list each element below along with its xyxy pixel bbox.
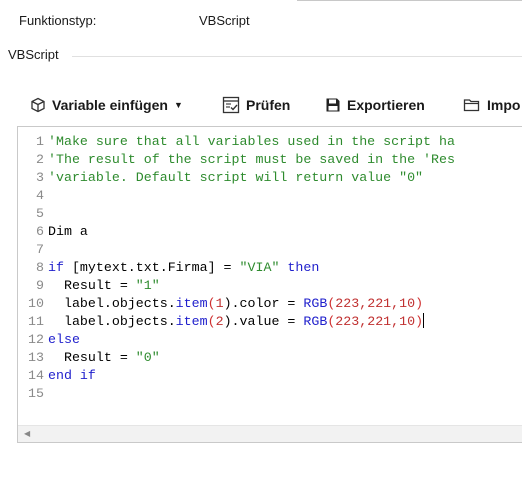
folder-icon — [463, 99, 480, 112]
string: "VIA" — [239, 260, 280, 275]
number: 223,221,10 — [335, 296, 416, 311]
code-area[interactable]: 'Make sure that all variables used in th… — [48, 133, 522, 403]
function-name: item — [175, 314, 208, 329]
code-line-12: else — [48, 331, 522, 349]
horizontal-scrollbar[interactable]: ◀ — [18, 425, 522, 442]
line-number: 8 — [36, 260, 44, 275]
insert-variable-label: Variable einfügen — [52, 97, 168, 113]
line-number: 13 — [28, 350, 44, 365]
keyword: then — [279, 260, 320, 275]
import-label: Impo — [487, 97, 521, 113]
chevron-down-icon: ▼ — [173, 100, 183, 110]
number: 1 — [215, 296, 224, 311]
check-button[interactable]: Prüfen — [222, 91, 290, 119]
function-name: RGB — [303, 314, 328, 329]
function-type-label: Funktionstyp: — [19, 13, 97, 28]
line-number: 15 — [28, 386, 44, 401]
function-name: RGB — [303, 296, 328, 311]
comment: 'variable. Default script will return va… — [48, 170, 424, 185]
insert-variable-button[interactable]: Variable einfügen ▼ — [30, 91, 183, 119]
keyword: if — [48, 260, 64, 275]
text-cursor — [423, 313, 425, 328]
line-number: 3 — [36, 170, 44, 185]
line-number: 9 — [36, 278, 44, 293]
code-line-1: 'Make sure that all variables used in th… — [48, 133, 522, 151]
line-number: 5 — [36, 206, 44, 221]
check-document-icon — [222, 96, 240, 114]
number: 2 — [215, 314, 224, 329]
string: "1" — [135, 278, 160, 293]
code-text: [mytext.txt.Firma] = — [63, 260, 240, 275]
paren: ( — [207, 296, 216, 311]
line-number: 10 — [28, 296, 44, 311]
paren: ) — [415, 296, 424, 311]
line-number: 2 — [36, 152, 44, 167]
comment: 'The result of the script must be saved … — [48, 152, 455, 167]
line-number: 11 — [28, 314, 44, 329]
line-number: 14 — [28, 368, 44, 383]
comment: 'Make sure that all variables used in th… — [48, 134, 455, 149]
code-line-9: Result = "1" — [48, 277, 522, 295]
paren: ) — [415, 314, 424, 329]
code-text: Result = — [48, 350, 136, 365]
editor-toolbar: Variable einfügen ▼ Prüfen Exportieren I… — [20, 91, 522, 121]
line-number: 6 — [36, 224, 44, 239]
line-number: 7 — [36, 242, 44, 257]
number: 223,221,10 — [335, 314, 416, 329]
cube-icon — [31, 97, 45, 113]
code-line-11: label.objects.item(2).value = RGB(223,22… — [48, 313, 522, 331]
code-editor[interactable]: 1 2 3 4 5 6 7 8 9 10 11 12 13 14 15 'Mak… — [17, 126, 522, 443]
code-line-13: Result = "0" — [48, 349, 522, 367]
paren: ( — [207, 314, 216, 329]
code-line-3: 'variable. Default script will return va… — [48, 169, 522, 187]
top-border — [297, 0, 522, 1]
code-text: label.objects. — [48, 314, 176, 329]
paren: ).color = — [223, 296, 304, 311]
code-line-10: label.objects.item(1).color = RGB(223,22… — [48, 295, 522, 313]
string: "0" — [135, 350, 160, 365]
line-number: 4 — [36, 188, 44, 203]
export-label: Exportieren — [347, 97, 425, 113]
function-type-value: VBScript — [199, 13, 250, 28]
code-line-14: end if — [48, 367, 522, 385]
line-number: 1 — [36, 134, 44, 149]
code-text: ).value = — [223, 314, 304, 329]
keyword: else — [48, 332, 80, 347]
save-disk-icon — [326, 98, 340, 112]
vbscript-group-title: VBScript — [8, 47, 59, 62]
code-text: label.objects. — [48, 296, 176, 311]
check-label: Prüfen — [246, 97, 291, 113]
scroll-left-arrow-icon[interactable]: ◀ — [24, 429, 30, 438]
import-button[interactable]: Impo — [463, 91, 520, 119]
code-text: Result = — [48, 278, 136, 293]
code-text: a — [71, 224, 88, 239]
keyword: end if — [48, 368, 96, 383]
keyword: Dim — [48, 224, 72, 239]
line-number: 12 — [28, 332, 44, 347]
code-line-6: Dim a — [48, 223, 522, 241]
group-divider — [72, 56, 522, 57]
line-number-gutter: 1 2 3 4 5 6 7 8 9 10 11 12 13 14 15 — [18, 133, 44, 403]
function-name: item — [175, 296, 208, 311]
export-button[interactable]: Exportieren — [325, 91, 425, 119]
code-line-8: if [mytext.txt.Firma] = "VIA" then — [48, 259, 522, 277]
code-line-2: 'The result of the script must be saved … — [48, 151, 522, 169]
